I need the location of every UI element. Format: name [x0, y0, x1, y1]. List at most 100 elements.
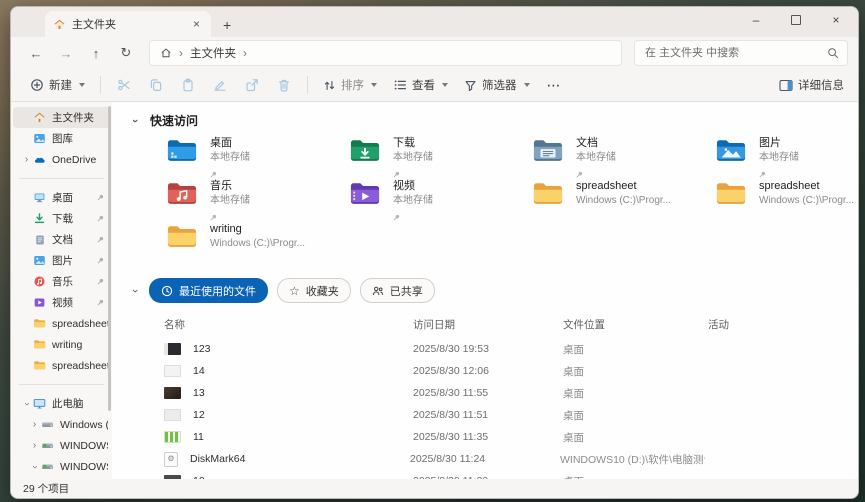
more-button[interactable]: ⋯ [539, 77, 570, 94]
column-header-name[interactable]: 名称 [164, 317, 413, 332]
quick-item-writing[interactable]: writing Windows (C:)\Progr... [167, 223, 350, 264]
pin-icon [210, 208, 250, 226]
file-date: 2025/8/30 11:55 [413, 387, 563, 399]
quick-access-header[interactable]: › 快速访问 [130, 112, 858, 129]
up-button[interactable]: ↑ [83, 41, 109, 65]
details-button-label: 详细信息 [798, 77, 844, 93]
sidebar-item-music[interactable]: 音乐 [13, 271, 110, 292]
pin-icon [97, 257, 104, 264]
filter-pill-label: 已共享 [390, 283, 423, 299]
quick-item-subtitle: Windows (C:)\Progr... [759, 194, 854, 207]
view-button[interactable]: 查看 [386, 72, 455, 98]
chevron-down-icon[interactable]: › [22, 398, 32, 409]
sidebar-item-home[interactable]: 主文件夹 [13, 107, 110, 128]
sidebar-item-videos[interactable]: 视频 [13, 292, 110, 313]
back-button[interactable]: ← [23, 41, 49, 65]
quick-item-documents[interactable]: 文档 本地存储 [533, 137, 716, 178]
file-location[interactable]: 桌面 [563, 364, 708, 379]
file-row-13[interactable]: 13 2025/8/30 11:55 桌面 [112, 382, 858, 404]
close-button[interactable]: × [816, 7, 856, 33]
tab-close-icon[interactable]: × [190, 18, 203, 30]
sidebar-item-this-pc[interactable]: › 此电脑 [13, 393, 110, 414]
chevron-down-icon[interactable]: › [129, 286, 141, 296]
sidebar-item-writing[interactable]: writing [13, 334, 110, 355]
sidebar-item-amd[interactable]: › AMD [13, 477, 110, 479]
file-location[interactable]: 桌面 [563, 408, 708, 423]
sidebar-item-gallery[interactable]: 图库 [13, 128, 110, 149]
view-button-label: 查看 [412, 77, 435, 93]
file-row-12[interactable]: 12 2025/8/30 11:51 桌面 [112, 404, 858, 426]
file-row-14[interactable]: 14 2025/8/30 12:06 桌面 [112, 360, 858, 382]
minimize-button[interactable]: – [736, 7, 776, 33]
chevron-down-icon[interactable]: › [30, 461, 40, 472]
file-row-diskmark64[interactable]: ⚙ DiskMark64 2025/8/30 11:24 WINDOWS10 (… [112, 448, 858, 470]
search-box[interactable] [634, 40, 848, 66]
quick-item-subtitle: 本地存储 [210, 151, 250, 164]
file-location[interactable]: 桌面 [563, 342, 708, 357]
quick-item-desktop[interactable]: 桌面 本地存储 [167, 137, 350, 178]
quick-item-videos[interactable]: 视频 本地存储 [350, 180, 533, 221]
breadcrumb-item-home[interactable]: 主文件夹 [190, 45, 236, 61]
rename-button [205, 72, 235, 98]
sidebar-item-spreadsheet-2[interactable]: spreadsheet [13, 355, 110, 376]
maximize-icon [791, 15, 801, 25]
sidebar-item-desktop[interactable]: 桌面 [13, 187, 110, 208]
tab-title: 主文件夹 [72, 16, 184, 32]
file-row-123[interactable]: 123 2025/8/30 19:53 桌面 [112, 338, 858, 360]
filter-button[interactable]: 筛选器 [457, 72, 537, 98]
column-header-activity[interactable]: 活动 [708, 317, 858, 332]
quick-item-pictures[interactable]: 图片 本地存储 [716, 137, 858, 178]
drive-icon [40, 418, 55, 432]
quick-item-spreadsheet-2[interactable]: spreadsheet Windows (C:)\Progr... [716, 180, 858, 221]
sidebar-scrollbar[interactable] [108, 106, 111, 411]
sidebar-item-documents[interactable]: 文档 [13, 229, 110, 250]
new-button[interactable]: 新建 [23, 72, 92, 98]
people-icon [372, 285, 384, 297]
sidebar-item-pictures[interactable]: 图片 [13, 250, 110, 271]
refresh-button[interactable]: ↻ [113, 41, 139, 65]
file-location[interactable]: 桌面 [563, 386, 708, 401]
chevron-right-icon[interactable]: › [21, 155, 32, 165]
file-name: DiskMark64 [190, 453, 410, 465]
onedrive-cloud-icon [32, 153, 47, 167]
filter-pill-recent-files[interactable]: 最近使用的文件 [149, 278, 268, 303]
maximize-button[interactable] [776, 7, 816, 33]
chevron-down-icon[interactable]: › [129, 116, 141, 126]
quick-access-grid: 桌面 本地存储 下载 本地存储 [167, 137, 858, 264]
quick-item-spreadsheet-1[interactable]: spreadsheet Windows (C:)\Progr... [533, 180, 716, 221]
file-row-11[interactable]: 11 2025/8/30 11:35 桌面 [112, 426, 858, 448]
sidebar-item-onedrive[interactable]: › OneDrive [13, 149, 110, 170]
file-location[interactable]: WINDOWS10 (D:)\软件\电脑测试软... [560, 452, 705, 467]
file-location[interactable]: 桌面 [563, 430, 708, 445]
column-header-date[interactable]: 访问日期 [413, 317, 563, 332]
sidebar-item-drive-c[interactable]: › Windows (C:) [13, 414, 110, 435]
quick-item-music[interactable]: 音乐 本地存储 [167, 180, 350, 221]
pin-icon [97, 194, 104, 201]
sidebar-item-spreadsheet-1[interactable]: spreadsheet [13, 313, 110, 334]
file-thumbnail [164, 409, 181, 421]
tab-home[interactable]: 主文件夹 × [45, 11, 211, 37]
chevron-right-icon[interactable]: › [29, 420, 40, 430]
sidebar-item-downloads[interactable]: 下载 [13, 208, 110, 229]
sidebar-item-drive-e[interactable]: › WINDOWS10 ( [13, 456, 110, 477]
sidebar-item-drive-d[interactable]: › WINDOWS10 [13, 435, 110, 456]
forward-button[interactable]: → [53, 41, 79, 65]
chevron-right-icon[interactable]: › [29, 441, 40, 451]
quick-item-downloads[interactable]: 下载 本地存储 [350, 137, 533, 178]
view-list-icon [393, 78, 407, 92]
details-button[interactable]: 详细信息 [779, 77, 844, 93]
column-header-location[interactable]: 文件位置 [563, 317, 708, 332]
downloads-folder-icon [350, 138, 380, 168]
breadcrumb[interactable]: › 主文件夹 › [149, 40, 622, 66]
file-name: 13 [193, 387, 413, 399]
new-tab-button[interactable]: + [223, 18, 231, 32]
file-explorer-window: 主文件夹 × + – × ← → ↑ ↻ › 主文件夹 › [10, 6, 859, 499]
delete-button [269, 72, 299, 98]
pin-icon [97, 299, 104, 306]
filter-pill-favorites[interactable]: ☆ 收藏夹 [277, 278, 351, 303]
quick-item-name: 桌面 [210, 137, 250, 151]
filter-pill-shared[interactable]: 已共享 [360, 278, 435, 303]
search-input[interactable] [635, 47, 827, 59]
file-row-10[interactable]: 10 2025/8/30 11:22 桌面 [112, 470, 858, 479]
sort-button[interactable]: 排序 [316, 72, 384, 98]
